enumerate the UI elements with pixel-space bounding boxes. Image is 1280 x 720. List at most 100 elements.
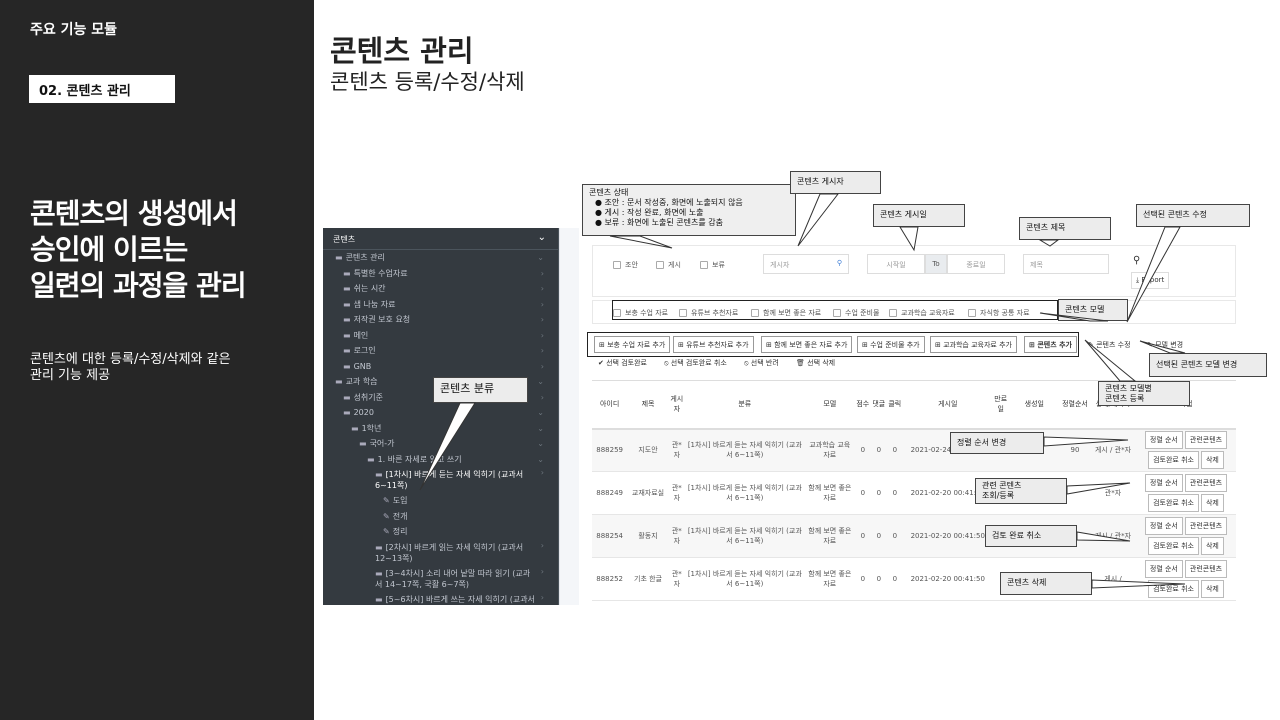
- chevron-icon[interactable]: ⌄: [537, 436, 544, 451]
- chevron-icon[interactable]: ›: [541, 467, 544, 478]
- cancel-review-button[interactable]: 검토완료 취소: [1148, 451, 1199, 470]
- related-content-button[interactable]: 관련콘텐츠: [1184, 517, 1228, 535]
- table-row[interactable]: 888254 활동지 관*자 [1차시] 바르게 듣는 자세 익히기 (교과서 6~1…: [592, 514, 1236, 558]
- callout-per-model-line-2: 콘텐츠 등록: [1105, 394, 1145, 403]
- sort-order-button[interactable]: 정렬 순서: [1144, 517, 1183, 535]
- tree-item[interactable]: ▬ [3~4차시] 소리 내어 낱말 따라 읽기 (교과서 14~17쪽, 국활 …: [323, 566, 558, 592]
- sort-order-button[interactable]: 정렬 순서: [1144, 474, 1183, 492]
- tree-item[interactable]: ▬ 1학년 ⌄: [323, 421, 558, 437]
- sort-order-button[interactable]: 정렬 순서: [1144, 431, 1183, 450]
- end-date-input[interactable]: 종료일: [947, 254, 1005, 274]
- cancel-review-button[interactable]: 검토완료 취소: [1148, 580, 1199, 598]
- search-button-icon[interactable]: ⚲: [1133, 255, 1140, 266]
- table-header-cell[interactable]: 클릭: [886, 380, 903, 430]
- chevron-icon[interactable]: ›: [541, 390, 544, 405]
- table-header-cell[interactable]: 분류: [684, 380, 805, 430]
- related-content-button[interactable]: 관련콘텐츠: [1184, 431, 1228, 450]
- chevron-icon[interactable]: ⌄: [537, 405, 544, 420]
- table-header-cell[interactable]: 정렬순서: [1059, 380, 1090, 430]
- chevron-icon[interactable]: ⌄: [537, 421, 544, 436]
- model-change-button[interactable]: ✎ 모델 변경: [1142, 336, 1189, 353]
- tree-item-label: 2020: [353, 408, 374, 417]
- tree-item[interactable]: ▬ 콘텐츠 관리 ⌄: [323, 250, 558, 266]
- tree-item[interactable]: ▬ [1차시] 바르게 듣는 자세 익히기 (교과서 6~11쪽) ›: [323, 467, 558, 493]
- delete-button[interactable]: 삭제: [1200, 580, 1224, 598]
- table-header-cell[interactable]: 아이디: [592, 380, 628, 430]
- tree-item[interactable]: ▬[5~6차시] 바르게 쓰는 자세 익히기 (교과서 18~22쪽) ›: [323, 592, 558, 606]
- tree-divider: [559, 228, 579, 605]
- related-content-button[interactable]: 관련콘텐츠: [1184, 474, 1228, 492]
- tree-item[interactable]: ✎ 전개: [323, 509, 558, 525]
- chevron-icon[interactable]: ›: [541, 266, 544, 281]
- tree-item-label: 1학년: [361, 423, 382, 433]
- edit-content-button[interactable]: ✎ 콘텐츠 수정: [1083, 336, 1136, 353]
- cancel-review-button[interactable]: 검토완료 취소: [1148, 494, 1199, 512]
- chevron-icon[interactable]: ›: [541, 328, 544, 343]
- delete-button[interactable]: 삭제: [1200, 494, 1224, 512]
- delete-button[interactable]: 삭제: [1200, 451, 1224, 470]
- table-header-cell[interactable]: 게시일: [902, 380, 993, 430]
- tree-header-label: 콘텐츠: [333, 235, 356, 244]
- table-row[interactable]: 888249 교재자료실 관*자 [1차시] 바르게 듣는 자세 익히기 (교과서 6…: [592, 471, 1236, 515]
- export-button[interactable]: ⤓ Export: [1131, 272, 1170, 289]
- sort-order-button[interactable]: 정렬 순서: [1144, 560, 1183, 578]
- chevron-icon[interactable]: ⌄: [537, 374, 544, 389]
- table-header-cell[interactable]: 모델: [804, 380, 855, 430]
- start-date-input[interactable]: 시작일: [867, 254, 925, 274]
- chevron-icon[interactable]: ›: [541, 566, 544, 577]
- chevron-icon[interactable]: ›: [541, 540, 544, 551]
- tree-item[interactable]: ✎ 정리: [323, 524, 558, 540]
- chevron-icon[interactable]: ›: [541, 592, 544, 603]
- status-post-checkbox[interactable]: 게시: [656, 260, 681, 270]
- tree-item[interactable]: ▬ 국어-가 ⌄: [323, 436, 558, 452]
- poster-input[interactable]: 게시자 ⚲: [763, 254, 849, 274]
- bulk-delete-button[interactable]: 🗑 선택 삭제: [796, 358, 835, 368]
- chevron-icon[interactable]: ›: [541, 312, 544, 327]
- cancel-review-button[interactable]: 검토완료 취소: [1148, 537, 1199, 555]
- table-row[interactable]: 888252 기초 한글 관*자 [1차시] 바르게 듣는 자세 익히기 (교과서 6…: [592, 557, 1236, 601]
- table-header-cell[interactable]: 제목: [627, 380, 669, 430]
- chevron-icon[interactable]: ›: [541, 281, 544, 296]
- chevron-icon[interactable]: ›: [541, 297, 544, 312]
- tree-item[interactable]: ▬ 저작권 보호 요청 ›: [323, 312, 558, 328]
- table-row[interactable]: 888259 지도안 관*자 [1차시] 바르게 듣는 자세 익히기 (교과서 6~1…: [592, 428, 1236, 472]
- status-draft-checkbox[interactable]: 조안: [613, 260, 638, 270]
- tree-item[interactable]: ✎ 도입: [323, 493, 558, 509]
- cell-title[interactable]: 지도안: [627, 428, 669, 472]
- cell-title[interactable]: 활동지: [627, 514, 669, 558]
- table-header-cell[interactable]: 생성일: [1008, 380, 1060, 430]
- table-header-cell[interactable]: 게시자: [668, 380, 685, 430]
- chevron-down-icon[interactable]: ⌄: [538, 232, 546, 243]
- tree-item[interactable]: ▬ 메인 ›: [323, 328, 558, 344]
- delete-button[interactable]: 삭제: [1200, 537, 1224, 555]
- chevron-icon[interactable]: ⌄: [537, 452, 544, 467]
- status-hold-checkbox[interactable]: 보류: [700, 260, 725, 270]
- tree-item[interactable]: ▬ [2차시] 바르게 읽는 자세 익히기 (교과서 12~13쪽) ›: [323, 540, 558, 566]
- chevron-icon[interactable]: ›: [541, 343, 544, 358]
- tree-item[interactable]: ▬ 1. 바른 자세로 읽고 쓰기 ⌄: [323, 452, 558, 468]
- cell-title[interactable]: 교재자료실: [627, 471, 669, 515]
- chevron-icon[interactable]: ›: [541, 359, 544, 374]
- bulk-reject-button[interactable]: ⦸ 선택 반려: [744, 358, 779, 368]
- tree-item-label: GNB: [353, 361, 372, 371]
- table-header-cell[interactable]: 댓글: [870, 380, 887, 430]
- chevron-icon[interactable]: ⌄: [537, 250, 544, 265]
- tree-header[interactable]: 콘텐츠 ⌄: [323, 228, 558, 250]
- tree-item[interactable]: ▬ GNB ›: [323, 359, 558, 375]
- tree-item[interactable]: ▬ 로그인 ›: [323, 343, 558, 359]
- tree-item[interactable]: ▬ 쉬는 시간 ›: [323, 281, 558, 297]
- tree-item[interactable]: ▬ 특별한 수업자료 ›: [323, 266, 558, 282]
- search-icon[interactable]: ⚲: [837, 259, 842, 267]
- bulk-review-cancel-button[interactable]: ⦸ 선택 검토완료 취소: [664, 358, 727, 368]
- table-header-cell[interactable]: 점수: [854, 380, 871, 430]
- table-header-cell[interactable]: 만료일: [992, 380, 1009, 430]
- title-input[interactable]: 제목: [1023, 254, 1109, 274]
- tree-item-label: 정리: [392, 527, 408, 536]
- related-content-button[interactable]: 관련콘텐츠: [1184, 560, 1228, 578]
- tree-item[interactable]: ▬ 샘 나눔 자료 ›: [323, 297, 558, 313]
- bulk-review-button[interactable]: ✔ 선택 검토완료: [598, 358, 647, 368]
- cell-title[interactable]: 기초 한글: [627, 557, 669, 601]
- model-change-label: 모델 변경: [1155, 341, 1184, 349]
- cell-comments: 0: [870, 557, 887, 601]
- tree-item[interactable]: ▬ 2020 ⌄: [323, 405, 558, 421]
